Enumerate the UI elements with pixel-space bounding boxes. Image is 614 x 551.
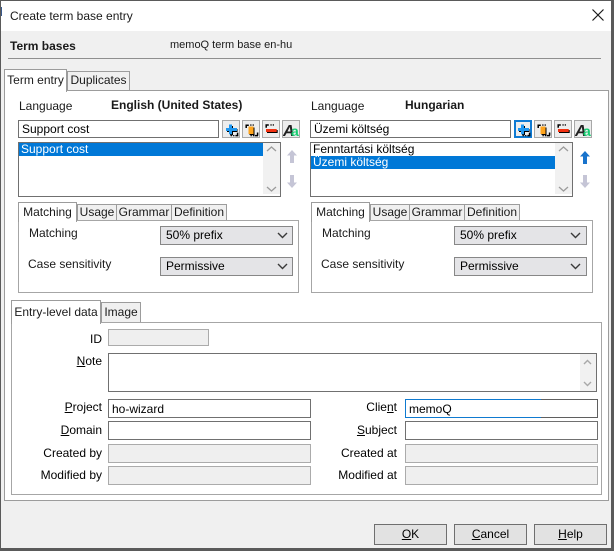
svg-text:a: a <box>583 123 591 137</box>
svg-text:a: a <box>291 123 299 137</box>
